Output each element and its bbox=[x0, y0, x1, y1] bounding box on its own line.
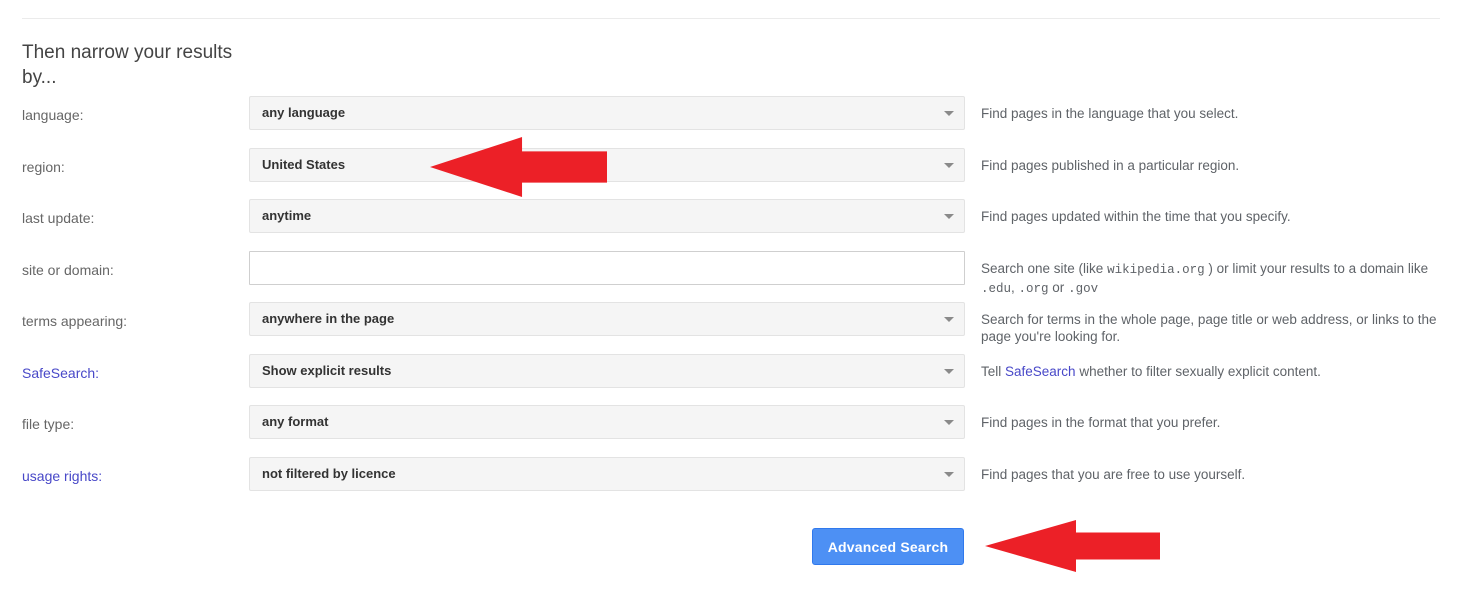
advanced-search-button[interactable]: Advanced Search bbox=[812, 528, 964, 565]
help-text-site-or-domain: Search one site (like wikipedia.org ) or… bbox=[981, 260, 1451, 298]
label-language: language: bbox=[22, 107, 84, 123]
help-fragment: .edu bbox=[981, 281, 1012, 296]
chevron-down-icon bbox=[944, 317, 954, 322]
narrow-results-form: language: any language Find pages in the l… bbox=[0, 96, 1462, 508]
help-fragment: Tell bbox=[981, 363, 1006, 379]
field-wrapper-usage-rights: not filtered by licence bbox=[249, 456, 965, 491]
help-fragment: whether to filter sexually explicit cont… bbox=[1075, 363, 1321, 379]
select-value-usage-rights: not filtered by licence bbox=[262, 465, 396, 481]
select-file-type[interactable]: any format bbox=[249, 405, 965, 439]
form-row-usage-rights: usage rights: not filtered by licence Find… bbox=[0, 456, 1462, 509]
label-site-or-domain: site or domain: bbox=[22, 261, 114, 278]
help-text-region: Find pages published in a particular reg… bbox=[981, 157, 1240, 173]
select-last-update[interactable]: anytime bbox=[249, 199, 965, 233]
field-wrapper-last-update: anytime bbox=[249, 199, 965, 233]
select-value-safesearch: Show explicit results bbox=[262, 362, 392, 378]
label-last-update: last update: bbox=[22, 210, 95, 226]
select-value-region: United States bbox=[262, 156, 346, 172]
input-site-or-domain[interactable] bbox=[249, 250, 965, 285]
help-text-safesearch: Tell SafeSearch whether to filter sexual… bbox=[981, 363, 1451, 380]
help-text-language: Find pages in the language that you sele… bbox=[981, 106, 1239, 121]
top-divider bbox=[22, 18, 1440, 19]
select-usage-rights[interactable]: not filtered by licence bbox=[249, 456, 965, 491]
help-text-usage-rights: Find pages that you are free to use your… bbox=[981, 466, 1246, 482]
help-text-file-type: Find pages in the format that you prefer… bbox=[981, 415, 1221, 430]
select-value-language: any language bbox=[262, 105, 346, 120]
select-value-file-type: any format bbox=[262, 414, 329, 429]
form-row-region: region: United States Find pages published… bbox=[0, 147, 1462, 200]
field-wrapper-language: any language bbox=[249, 96, 965, 130]
form-row-file-type: file type: any format Find pages in the fo… bbox=[0, 405, 1462, 457]
help-text-last-update: Find pages updated within the time that … bbox=[981, 209, 1291, 224]
help-fragment: ) or limit your results to a domain like bbox=[1204, 260, 1429, 276]
help-fragment: Search one site (like bbox=[981, 260, 1108, 276]
label-region: region: bbox=[22, 158, 65, 175]
form-row-language: language: any language Find pages in the l… bbox=[0, 96, 1462, 148]
help-fragment: .gov bbox=[1068, 281, 1099, 296]
chevron-down-icon bbox=[944, 214, 954, 219]
select-terms-appearing[interactable]: anywhere in the page bbox=[249, 302, 965, 336]
select-region[interactable]: United States bbox=[249, 147, 965, 182]
select-value-terms-appearing: anywhere in the page bbox=[262, 311, 395, 326]
chevron-down-icon bbox=[944, 111, 954, 116]
chevron-down-icon bbox=[944, 368, 954, 374]
label-safesearch[interactable]: SafeSearch: bbox=[22, 365, 99, 381]
field-wrapper-region: United States bbox=[249, 147, 965, 182]
select-language[interactable]: any language bbox=[249, 96, 965, 130]
field-wrapper-safesearch: Show explicit results bbox=[249, 353, 965, 388]
label-file-type: file type: bbox=[22, 416, 75, 432]
page-title: Then narrow your results by... bbox=[22, 42, 233, 88]
field-wrapper-terms-appearing: anywhere in the page bbox=[249, 302, 965, 336]
chevron-down-icon bbox=[944, 162, 954, 168]
form-row-last-update: last update: anytime Find pages updated wi… bbox=[0, 199, 1462, 251]
help-fragment: wikipedia.org bbox=[1107, 262, 1205, 277]
select-value-last-update: anytime bbox=[262, 208, 312, 223]
chevron-down-icon bbox=[944, 420, 954, 425]
field-wrapper-site-or-domain bbox=[249, 250, 965, 285]
form-row-terms-appearing: terms appearing: anywhere in the page Sear… bbox=[0, 302, 1462, 354]
label-terms-appearing: terms appearing: bbox=[22, 313, 128, 329]
chevron-down-icon bbox=[944, 471, 954, 477]
submit-row: Advanced Search bbox=[0, 528, 1462, 568]
help-fragment: , bbox=[1011, 279, 1019, 295]
help-text-terms-appearing: Search for terms in the whole page, page… bbox=[981, 312, 1437, 344]
select-safesearch[interactable]: Show explicit results bbox=[249, 353, 965, 388]
form-row-site-or-domain: site or domain: Search one site (like wik… bbox=[0, 250, 1462, 303]
help-fragment: .org bbox=[1018, 281, 1049, 296]
label-usage-rights[interactable]: usage rights: bbox=[22, 468, 102, 484]
form-row-safesearch: SafeSearch: Show explicit results Tell Saf… bbox=[0, 353, 1462, 406]
help-fragment: or bbox=[1048, 279, 1069, 295]
safesearch-link[interactable]: SafeSearch bbox=[1005, 364, 1076, 379]
field-wrapper-file-type: any format bbox=[249, 405, 965, 439]
